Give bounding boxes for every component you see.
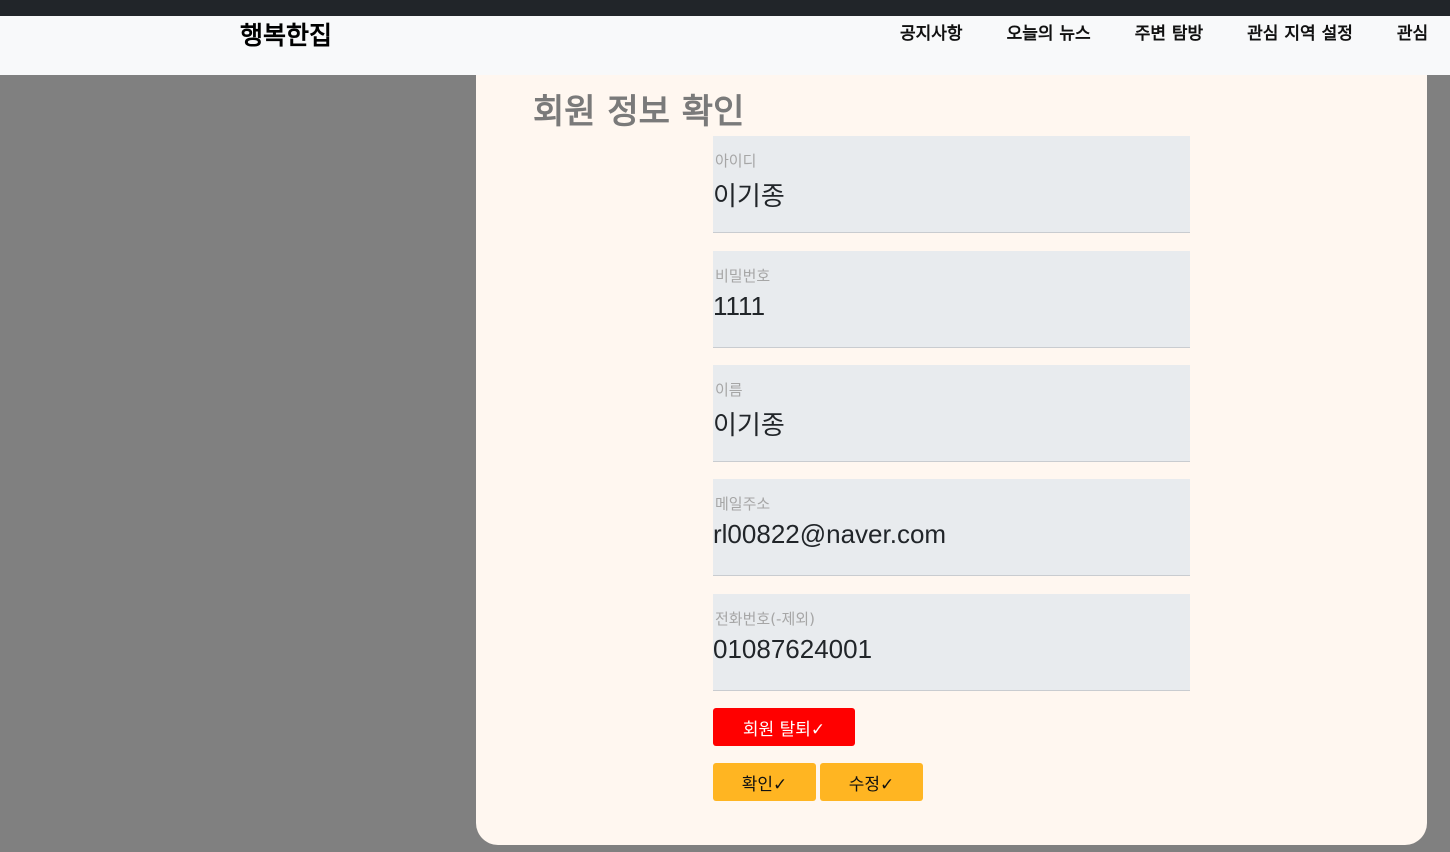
nav-menu: 공지사항 오늘의 뉴스 주변 탐방 관심 지역 설정 관심: [900, 20, 1450, 48]
edit-button[interactable]: 수정✓: [820, 763, 923, 801]
password-field[interactable]: 비밀번호 1111: [713, 251, 1190, 348]
nav-item-explore[interactable]: 주변 탐방: [1135, 20, 1203, 48]
withdraw-button[interactable]: 회원 탈퇴✓: [713, 708, 855, 746]
phone-field[interactable]: 전화번호(-제외) 01087624001: [713, 594, 1190, 691]
id-field-value: 이기종: [713, 181, 785, 211]
id-field[interactable]: 아이디 이기종: [713, 136, 1190, 233]
email-field-label: 메일주소: [715, 495, 771, 513]
page-title: 회원 정보 확인: [533, 92, 745, 132]
name-field-label: 이름: [715, 381, 743, 399]
brand-logo[interactable]: 행복한집: [240, 18, 332, 54]
navbar: 행복한집 공지사항 오늘의 뉴스 주변 탐방 관심 지역 설정 관심: [0, 16, 1450, 75]
id-field-label: 아이디: [715, 152, 757, 170]
nav-item-notice[interactable]: 공지사항: [900, 20, 963, 48]
nav-item-interest-area[interactable]: 관심 지역 설정: [1247, 20, 1353, 48]
name-field-value: 이기종: [713, 410, 785, 440]
email-field[interactable]: 메일주소 rl00822@naver.com: [713, 479, 1190, 576]
name-field[interactable]: 이름 이기종: [713, 365, 1190, 462]
confirm-button[interactable]: 확인✓: [713, 763, 816, 801]
nav-item-news[interactable]: 오늘의 뉴스: [1007, 20, 1091, 48]
password-field-value: 1111: [713, 291, 766, 321]
top-strip: [0, 0, 1450, 16]
phone-field-label: 전화번호(-제외): [715, 610, 815, 628]
phone-field-value: 01087624001: [713, 634, 873, 664]
nav-item-interest[interactable]: 관심: [1397, 20, 1428, 48]
email-field-value: rl00822@naver.com: [713, 519, 947, 549]
password-field-label: 비밀번호: [715, 267, 771, 285]
